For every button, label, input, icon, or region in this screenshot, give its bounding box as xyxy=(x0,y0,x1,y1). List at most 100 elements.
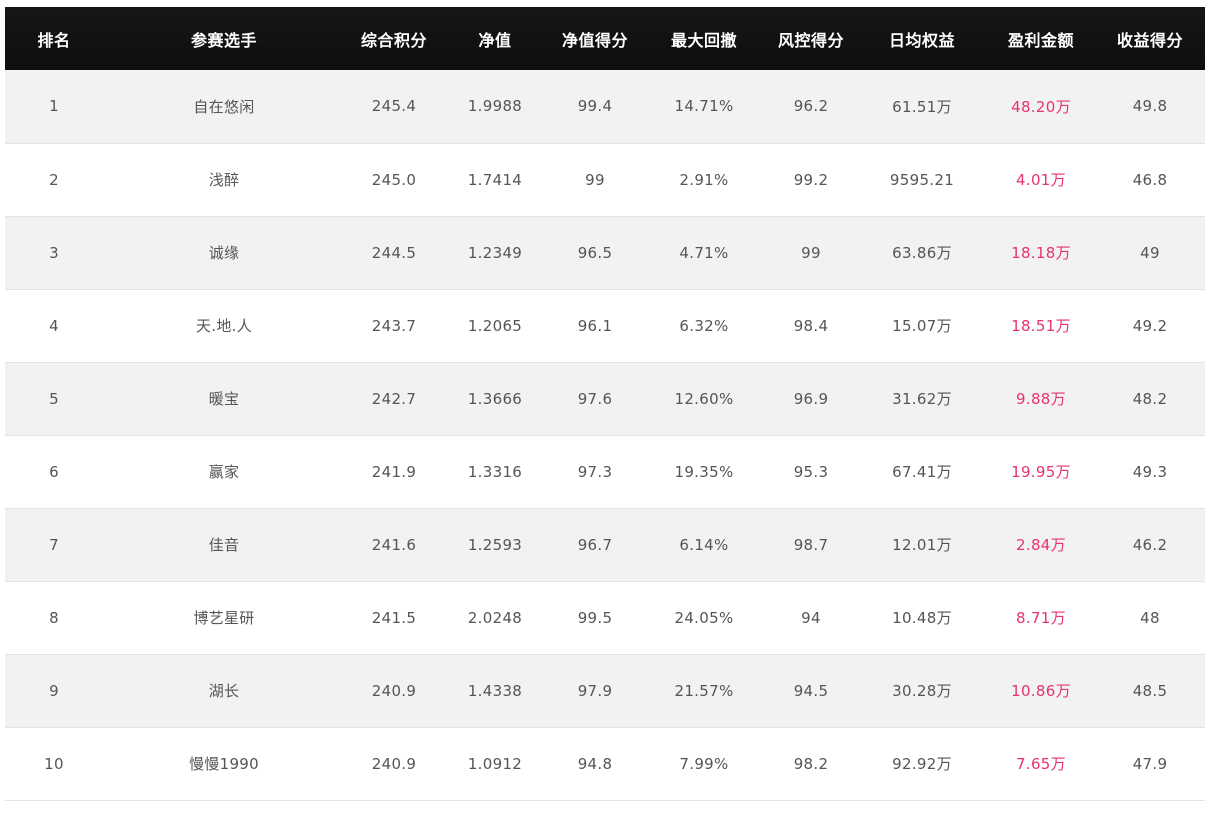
header-total-score: 综合积分 xyxy=(360,30,427,50)
daily-equity-cell: 30.28万 xyxy=(892,682,952,700)
header-max-drawdown: 最大回撤 xyxy=(670,30,737,50)
return-score-cell: 48 xyxy=(1140,608,1160,627)
header-daily-equity: 日均权益 xyxy=(888,30,955,50)
table-row: 6 赢家 241.9 1.3316 97.3 19.35% 95.3 67.41万 19.95万… xyxy=(5,435,1205,508)
rank-cell: 5 xyxy=(49,389,59,408)
contestant-cell: 佳音 xyxy=(208,536,240,554)
max-drawdown-cell: 21.57% xyxy=(674,681,734,700)
daily-equity-cell: 12.01万 xyxy=(892,536,952,554)
header-contestant: 参赛选手 xyxy=(190,30,257,50)
max-drawdown-cell: 19.35% xyxy=(674,462,734,481)
contestant-cell: 博艺星研 xyxy=(193,609,255,627)
total-score-cell: 245.0 xyxy=(371,170,417,189)
daily-equity-cell: 67.41万 xyxy=(892,463,952,481)
net-value-score-cell: 97.9 xyxy=(577,681,613,700)
contestant-cell: 湖长 xyxy=(208,682,240,700)
header-net-value-score: 净值得分 xyxy=(561,30,628,50)
total-score-cell: 240.9 xyxy=(371,754,417,773)
risk-score-cell: 98.4 xyxy=(793,316,829,335)
net-value-cell: 1.2593 xyxy=(467,535,523,554)
header-rank: 排名 xyxy=(37,30,71,50)
net-value-score-cell: 99.5 xyxy=(577,608,613,627)
daily-equity-cell: 92.92万 xyxy=(892,755,952,773)
max-drawdown-cell: 7.99% xyxy=(679,754,729,773)
net-value-cell: 1.4338 xyxy=(467,681,523,700)
max-drawdown-cell: 2.91% xyxy=(679,170,729,189)
net-value-cell: 2.0248 xyxy=(467,608,523,627)
risk-score-cell: 99.2 xyxy=(793,170,829,189)
risk-score-cell: 96.9 xyxy=(793,389,829,408)
profit-amount-cell: 8.71万 xyxy=(1016,609,1066,627)
daily-equity-cell: 31.62万 xyxy=(892,390,952,408)
return-score-cell: 49.2 xyxy=(1132,316,1168,335)
return-score-cell: 46.2 xyxy=(1132,535,1168,554)
total-score-cell: 245.4 xyxy=(371,97,417,116)
table-body: 1 自在悠闲 245.4 1.9988 99.4 14.71% 96.2 61.51万 48.2… xyxy=(5,70,1205,800)
rank-cell: 2 xyxy=(49,170,59,189)
daily-equity-cell: 9595.21 xyxy=(889,170,955,189)
return-score-cell: 47.9 xyxy=(1132,754,1168,773)
profit-amount-cell: 48.20万 xyxy=(1011,97,1071,116)
rank-cell: 6 xyxy=(49,462,59,481)
profit-amount-cell: 4.01万 xyxy=(1016,171,1066,189)
header-row: 排名 参赛选手 综合积分 净值 净值得分 最大回撤 风控得分 日均权益 盈利金额… xyxy=(5,7,1205,70)
max-drawdown-cell: 4.71% xyxy=(679,243,729,262)
max-drawdown-cell: 12.60% xyxy=(674,389,734,408)
total-score-cell: 241.9 xyxy=(371,462,417,481)
table-row: 5 暖宝 242.7 1.3666 97.6 12.60% 96.9 31.62万 9.88万 4… xyxy=(5,362,1205,435)
return-score-cell: 48.2 xyxy=(1132,389,1168,408)
rank-cell: 4 xyxy=(49,316,59,335)
risk-score-cell: 95.3 xyxy=(793,462,829,481)
daily-equity-cell: 10.48万 xyxy=(892,609,952,627)
net-value-cell: 1.0912 xyxy=(467,754,523,773)
total-score-cell: 243.7 xyxy=(371,316,417,335)
daily-equity-cell: 61.51万 xyxy=(892,97,952,116)
net-value-cell: 1.2349 xyxy=(467,243,523,262)
net-value-score-cell: 97.6 xyxy=(577,389,613,408)
net-value-score-cell: 97.3 xyxy=(577,462,613,481)
rank-cell: 1 xyxy=(49,97,59,116)
profit-amount-cell: 10.86万 xyxy=(1011,682,1071,700)
table-row: 3 诚缘 244.5 1.2349 96.5 4.71% 99 63.86万 18.18万 49 xyxy=(5,216,1205,289)
net-value-score-cell: 94.8 xyxy=(577,754,613,773)
total-score-cell: 241.5 xyxy=(371,608,417,627)
contestant-cell: 自在悠闲 xyxy=(193,97,255,116)
rank-cell: 7 xyxy=(49,535,59,554)
rank-cell: 9 xyxy=(49,681,59,700)
return-score-cell: 49.3 xyxy=(1132,462,1168,481)
ranking-table-container: 排名 参赛选手 综合积分 净值 净值得分 最大回撤 风控得分 日均权益 盈利金额… xyxy=(5,7,1205,813)
risk-score-cell: 98.7 xyxy=(793,535,829,554)
contestant-cell: 诚缘 xyxy=(208,244,240,262)
table-row: 7 佳音 241.6 1.2593 96.7 6.14% 98.7 12.01万 2.84万 46… xyxy=(5,508,1205,581)
header-profit-amount: 盈利金额 xyxy=(1007,30,1074,50)
risk-score-cell: 98.2 xyxy=(793,754,829,773)
net-value-cell: 1.7414 xyxy=(467,170,523,189)
profit-amount-cell: 19.95万 xyxy=(1011,463,1071,481)
header-return-score: 收益得分 xyxy=(1116,30,1183,50)
profit-amount-cell: 2.84万 xyxy=(1016,536,1066,554)
return-score-cell: 49.8 xyxy=(1132,97,1168,116)
header-risk-score: 风控得分 xyxy=(777,30,844,50)
daily-equity-cell: 63.86万 xyxy=(892,244,952,262)
risk-score-cell: 96.2 xyxy=(793,97,829,116)
contestant-cell: 浅醉 xyxy=(208,171,240,189)
profit-amount-cell: 18.51万 xyxy=(1011,317,1071,335)
contestant-cell: 赢家 xyxy=(208,463,240,481)
profit-amount-cell: 18.18万 xyxy=(1011,244,1071,262)
max-drawdown-cell: 6.14% xyxy=(679,535,729,554)
total-score-cell: 244.5 xyxy=(371,243,417,262)
return-score-cell: 49 xyxy=(1140,243,1160,262)
risk-score-cell: 99 xyxy=(801,243,821,262)
contestant-cell: 慢慢1990 xyxy=(189,755,259,773)
contestant-cell: 暖宝 xyxy=(208,390,240,408)
ranking-table: 排名 参赛选手 综合积分 净值 净值得分 最大回撤 风控得分 日均权益 盈利金额… xyxy=(5,7,1205,801)
rank-cell: 3 xyxy=(49,243,59,262)
table-row: 9 湖长 240.9 1.4338 97.9 21.57% 94.5 30.28万 10.86万… xyxy=(5,654,1205,727)
net-value-cell: 1.9988 xyxy=(467,97,523,116)
table-row: 4 天.地.人 243.7 1.2065 96.1 6.32% 98.4 15.07万 18.5… xyxy=(5,289,1205,362)
net-value-score-cell: 99.4 xyxy=(577,97,613,116)
table-row: 1 自在悠闲 245.4 1.9988 99.4 14.71% 96.2 61.51万 48.2… xyxy=(5,70,1205,143)
total-score-cell: 241.6 xyxy=(371,535,417,554)
total-score-cell: 240.9 xyxy=(371,681,417,700)
table-row: 10 慢慢1990 240.9 1.0912 94.8 7.99% 98.2 92.92万 7.… xyxy=(5,727,1205,800)
